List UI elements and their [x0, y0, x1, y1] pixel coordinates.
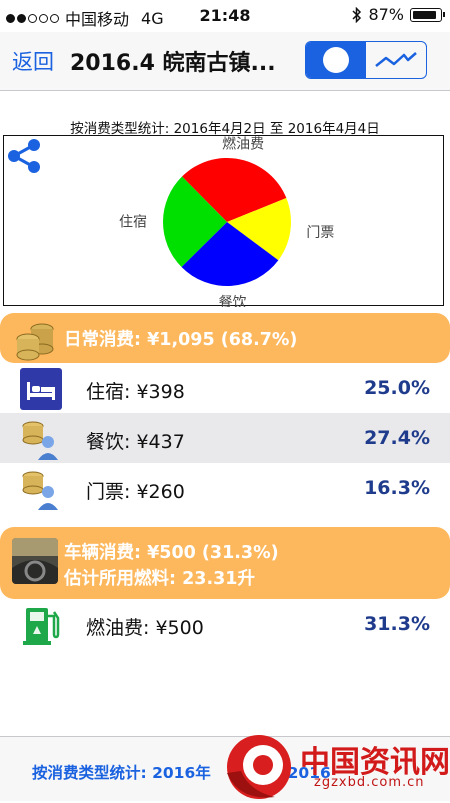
fuel-estimate-label: 估计所用燃料: 23.31升	[64, 569, 255, 589]
bluetooth-icon	[352, 6, 362, 23]
line-chart-icon	[375, 52, 417, 67]
pie-chart-icon	[323, 47, 349, 73]
back-button[interactable]: 返回	[12, 46, 54, 76]
daily-expense-header[interactable]: 日常消费: ¥1,095 (68.7%)	[0, 313, 450, 363]
footer-text-start: 按消费类型统计: 2016年	[32, 764, 211, 782]
expense-row-lodging[interactable]: 住宿: ¥398 25.0%	[0, 363, 450, 413]
footer-toolbar: 按消费类型统计: 2016年至 2016 中国资讯网 zgzxbd.com.cn	[0, 735, 450, 801]
expense-row-tickets[interactable]: 门票: ¥260 16.3%	[0, 463, 450, 513]
share-icon[interactable]	[4, 136, 44, 176]
coins-person-icon	[22, 421, 58, 460]
expense-row-label: 燃油费: ¥500	[86, 617, 204, 639]
coins-person-icon	[22, 471, 58, 510]
expense-row-label: 住宿: ¥398	[86, 381, 185, 403]
expense-row-percent: 27.4%	[364, 427, 430, 449]
watermark-logo-icon	[227, 735, 291, 799]
expense-row-dining[interactable]: 餐饮: ¥437 27.4%	[0, 413, 450, 463]
battery-percent: 87%	[368, 5, 404, 24]
daily-expense-label: 日常消费: ¥1,095 (68.7%)	[64, 330, 298, 350]
vehicle-expense-label: 车辆消费: ¥500 (31.3%)	[64, 543, 279, 563]
status-right: 87%	[352, 5, 445, 24]
pie-slice-label: 住宿	[119, 214, 147, 231]
navigation-bar: 返回 2016.4 皖南古镇...	[0, 32, 450, 91]
expense-row-percent: 31.3%	[364, 613, 430, 635]
vehicle-expense-header[interactable]: 车辆消费: ¥500 (31.3%) 估计所用燃料: 23.31升	[0, 527, 450, 599]
status-bar: 中国移动 4G 21:48 87%	[0, 0, 450, 32]
coins-stack-icon	[16, 323, 54, 361]
expense-row-label: 餐饮: ¥437	[86, 431, 185, 453]
bed-icon	[20, 368, 62, 410]
watermark-url: zgzxbd.com.cn	[314, 775, 425, 790]
expense-row-fuel[interactable]: 燃油费: ¥500 31.3%	[0, 599, 450, 649]
pie-chart: 燃油费门票餐饮 住宿	[3, 135, 444, 307]
pie-chart-canvas: 燃油费门票餐饮 住宿	[119, 136, 334, 307]
car-dashboard-icon	[12, 538, 58, 584]
pie-slice-label: 门票	[306, 225, 334, 241]
pie-slice-label: 餐饮	[219, 295, 247, 307]
pie-slice-label: 燃油费	[222, 136, 264, 153]
line-view-segment[interactable]	[366, 42, 426, 78]
pie-view-segment[interactable]	[306, 42, 366, 78]
view-mode-segmented-control[interactable]	[305, 41, 427, 79]
chart-caption: 按消费类型统计: 2016年4月2日 至 2016年4月4日	[70, 121, 380, 137]
expense-row-label: 门票: ¥260	[86, 481, 185, 503]
page-title: 2016.4 皖南古镇...	[70, 51, 276, 76]
battery-icon	[410, 7, 445, 22]
expense-row-percent: 25.0%	[364, 377, 430, 399]
expense-row-percent: 16.3%	[364, 477, 430, 499]
gas-pump-icon	[23, 608, 60, 645]
